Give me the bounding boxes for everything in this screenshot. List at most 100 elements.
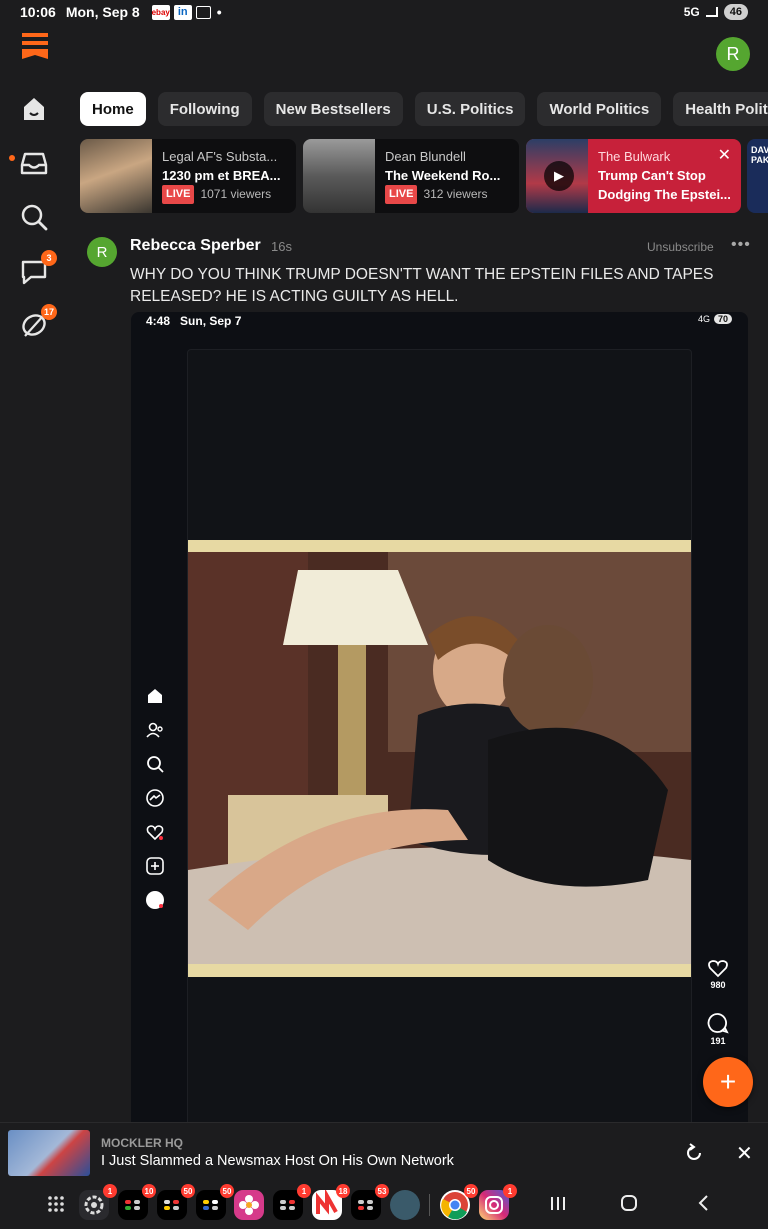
more-notifications-dot-icon: • <box>216 4 222 20</box>
tab-new-bestsellers[interactable]: New Bestsellers <box>263 92 403 126</box>
chat-badge: 3 <box>41 250 57 266</box>
tab-following[interactable]: Following <box>157 92 252 126</box>
tab-us-politics[interactable]: U.S. Politics <box>414 92 526 126</box>
embed-like: 980 <box>703 958 733 990</box>
post-author[interactable]: Rebecca Sperber <box>130 237 261 255</box>
linkedin-icon: in <box>173 4 192 20</box>
app-badge: 50 <box>220 1184 234 1198</box>
app-folder-icon[interactable]: 50 <box>196 1184 234 1220</box>
video-card[interactable]: ▶ The Bulwark Trump Can't Stop Dodging T… <box>526 139 741 213</box>
search-icon[interactable] <box>19 202 49 232</box>
video-thumbnail: ▶ <box>526 139 588 213</box>
embed-heart-icon <box>145 822 165 842</box>
status-time: 10:06 <box>20 4 56 20</box>
app-badge: 1 <box>503 1184 517 1198</box>
app-folder-icon[interactable]: 50 <box>157 1184 195 1220</box>
live-title: 1230 pm et BREA... <box>162 168 281 183</box>
live-viewers: 1071 viewers <box>200 187 272 201</box>
category-tabs: Home Following New Bestsellers U.S. Poli… <box>80 92 768 126</box>
system-dock: 1 10 50 50 1 18 53 50 1 <box>0 1182 768 1229</box>
app-drawer-icon[interactable] <box>43 1190 73 1220</box>
author-avatar[interactable]: R <box>87 237 117 267</box>
live-host: Dean Blundell <box>385 149 466 164</box>
embed-home-icon <box>145 686 165 706</box>
news-app-icon[interactable]: 18 <box>312 1184 350 1220</box>
app-folder-icon[interactable]: 1 <box>273 1184 311 1220</box>
app-badge: 50 <box>464 1184 478 1198</box>
close-player-icon[interactable]: ✕ <box>736 1141 753 1166</box>
embed-battery: 70 <box>713 314 732 324</box>
video-title-line2: Dodging The Epstei... <box>598 187 731 202</box>
status-bar: 10:06 Mon, Sep 8 ebay in • 5G 46 <box>0 0 768 24</box>
back-nav-icon[interactable] <box>695 1194 713 1218</box>
signal-icon <box>705 7 718 17</box>
tab-world-politics[interactable]: World Politics <box>537 92 662 126</box>
chrome-icon[interactable]: 50 <box>440 1184 478 1220</box>
embed-search-icon <box>145 754 165 774</box>
app-badge: 53 <box>375 1184 389 1198</box>
video-title-line1: Trump Can't Stop <box>598 168 706 183</box>
live-pill: LIVE <box>385 185 418 204</box>
post-text: WHY DO YOU THINK TRUMP DOESN'TT WANT THE… <box>130 266 714 305</box>
embed-time: 4:48 <box>146 314 171 328</box>
embed-friends-icon <box>145 720 165 740</box>
app-folder-icon[interactable]: 53 <box>351 1184 389 1220</box>
app-badge: 1 <box>297 1184 311 1198</box>
substack-logo-icon[interactable] <box>22 33 48 61</box>
app-badge: 1 <box>103 1184 117 1198</box>
embed-network: 4G <box>697 314 710 324</box>
unsubscribe-button[interactable]: Unsubscribe <box>647 240 714 254</box>
home-icon[interactable] <box>19 94 49 124</box>
live-pill: LIVE <box>162 185 195 204</box>
app-badge: 50 <box>181 1184 195 1198</box>
partial-card-text: DAVID PAK <box>751 145 768 165</box>
photos-app-icon[interactable] <box>234 1190 264 1220</box>
ebay-icon: ebay <box>152 4 170 20</box>
app-folder-icon[interactable]: 10 <box>118 1184 156 1220</box>
mini-player-publication: MOCKLER HQ <box>101 1136 183 1150</box>
inbox-icon[interactable] <box>19 148 49 178</box>
embed-comment-count: 191 <box>710 1036 726 1046</box>
tab-home[interactable]: Home <box>80 92 146 126</box>
battery-indicator: 46 <box>723 4 748 20</box>
live-host: Legal AF's Substa... <box>162 149 278 164</box>
activity-badge: 17 <box>41 304 58 320</box>
live-card[interactable]: Legal AF's Substa... 1230 pm et BREA... … <box>80 139 296 213</box>
instagram-icon[interactable]: 1 <box>479 1184 517 1220</box>
activity-icon[interactable]: 17 <box>19 304 58 340</box>
compose-button[interactable]: + <box>703 1057 753 1107</box>
more-options-icon[interactable]: ••• <box>731 236 751 254</box>
embed-status-right: 4G 70 <box>698 314 732 324</box>
embed-status-bar: 4:48 Sun, Sep 7 <box>146 314 241 328</box>
settings-app-icon[interactable]: 1 <box>79 1184 117 1220</box>
mini-player-title: I Just Slammed a Newsmax Host On His Own… <box>101 1153 454 1169</box>
embedded-photo <box>188 540 691 977</box>
app-icon[interactable] <box>390 1190 420 1220</box>
chat-icon[interactable]: 3 <box>19 250 57 286</box>
profile-avatar[interactable]: R <box>716 37 750 71</box>
embed-profile-icon <box>145 890 165 910</box>
network-label: 5G <box>683 5 700 19</box>
post-image[interactable]: 4:48 Sun, Sep 7 4G 70 980 191 <box>131 312 748 1122</box>
embed-like-count: 980 <box>710 980 726 990</box>
embed-messenger-icon <box>145 788 165 808</box>
dock-divider <box>429 1194 430 1216</box>
live-card-partial[interactable]: DAVID PAK <box>747 139 768 213</box>
status-date: Mon, Sep 8 <box>65 4 140 20</box>
replay-icon[interactable] <box>684 1143 704 1163</box>
live-card[interactable]: Dean Blundell The Weekend Ro... LIVE 312 … <box>303 139 519 213</box>
post-time: 16s <box>271 239 292 254</box>
app-badge: 10 <box>142 1184 156 1198</box>
screenshot-icon <box>195 5 211 19</box>
tab-health-politics[interactable]: Health Politic <box>673 92 768 126</box>
live-thumbnail <box>80 139 152 213</box>
live-viewers: 312 viewers <box>423 187 488 201</box>
live-carousel: Legal AF's Substa... 1230 pm et BREA... … <box>80 139 768 213</box>
mini-player-thumbnail <box>8 1130 90 1176</box>
embed-date: Sun, Sep 7 <box>180 314 242 328</box>
home-nav-icon[interactable] <box>620 1194 638 1218</box>
close-icon[interactable]: ✕ <box>718 145 731 165</box>
mini-player[interactable]: MOCKLER HQ I Just Slammed a Newsmax Host… <box>0 1122 768 1180</box>
play-icon[interactable]: ▶ <box>544 161 574 191</box>
recents-nav-icon[interactable] <box>549 1194 567 1218</box>
